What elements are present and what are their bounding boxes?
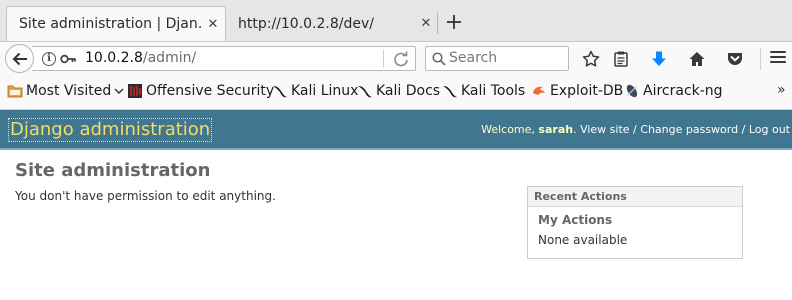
- change-password-link[interactable]: Change password: [640, 123, 738, 136]
- info-icon[interactable]: i: [42, 52, 56, 66]
- search-icon: [432, 52, 446, 66]
- offsec-icon: [128, 84, 142, 98]
- aircrack-icon: [626, 84, 638, 98]
- my-actions-heading: My Actions: [538, 213, 613, 227]
- recent-actions-heading: Recent Actions: [528, 187, 742, 207]
- url-bar[interactable]: i 10.0.2.8/admin/: [32, 46, 416, 71]
- username: sarah: [538, 123, 574, 136]
- bookmark-label: Most Visited: [26, 83, 112, 99]
- django-header: Django administration Welcome, sarah. Vi…: [0, 110, 792, 150]
- site-branding[interactable]: Django administration: [8, 118, 213, 142]
- bookmarks-overflow-icon[interactable]: »: [777, 82, 786, 98]
- user-tools: Welcome, sarah. View site / Change passw…: [481, 123, 790, 136]
- tab-title: Site administration | Djan…: [19, 16, 201, 32]
- tab-dev[interactable]: http://10.0.2.8/dev/ ✕: [226, 6, 438, 41]
- kali-dragon-icon: [358, 86, 372, 98]
- menu-icon[interactable]: [770, 51, 786, 65]
- view-site-link[interactable]: View site: [580, 123, 629, 136]
- bookmark-offensive-security[interactable]: Offensive Security: [127, 83, 274, 99]
- bookmarks-toolbar: Most Visited Offensive Security Kali Lin…: [0, 74, 792, 110]
- bookmark-exploit-db[interactable]: Exploit-DB: [531, 83, 623, 99]
- pocket-button[interactable]: [724, 48, 746, 70]
- back-button[interactable]: [5, 44, 34, 73]
- bookmark-label: Aircrack-ng: [643, 83, 723, 99]
- pocket-icon: [728, 53, 742, 65]
- most-visited-icon: [7, 85, 23, 98]
- page-title: Site administration: [15, 160, 211, 181]
- bookmark-most-visited[interactable]: Most Visited: [7, 83, 124, 99]
- tab-strip: Site administration | Djan… ✕ http://10.…: [0, 0, 792, 41]
- new-tab-button[interactable]: [440, 8, 468, 36]
- user-tools-separator: /: [633, 123, 637, 136]
- exploit-db-icon: [533, 86, 545, 95]
- no-actions-text: None available: [538, 233, 628, 247]
- downloads-button[interactable]: [648, 48, 670, 70]
- back-arrow-icon: [12, 52, 27, 65]
- kali-dragon-icon: [443, 86, 457, 98]
- home-button[interactable]: [686, 48, 708, 70]
- bookmark-label: Offensive Security: [146, 83, 275, 99]
- search-box[interactable]: Search: [425, 46, 569, 71]
- clipboard-icon: [614, 51, 628, 67]
- recent-actions-module: Recent Actions My Actions None available: [527, 186, 743, 259]
- welcome-period: .: [573, 123, 577, 136]
- close-tab-icon[interactable]: ✕: [414, 16, 438, 31]
- url-divider: [383, 50, 384, 68]
- url-text[interactable]: 10.0.2.8/admin/: [85, 50, 196, 66]
- url-host: 10.0.2.8: [85, 50, 143, 66]
- reading-list-button[interactable]: [610, 48, 632, 70]
- toolbar-divider: [760, 48, 761, 70]
- welcome-text: Welcome,: [481, 123, 535, 136]
- kali-dragon-icon: [273, 86, 287, 98]
- user-tools-separator: /: [741, 123, 746, 136]
- bookmark-label: Kali Linux: [291, 83, 359, 99]
- bookmark-label: Kali Tools: [461, 83, 526, 99]
- tab-site-administration[interactable]: Site administration | Djan… ✕: [6, 6, 226, 41]
- bookmark-label: Exploit-DB: [550, 83, 624, 99]
- bookmark-kali-docs[interactable]: Kali Docs: [357, 83, 440, 99]
- permission-message: You don't have permission to edit anythi…: [15, 189, 276, 203]
- star-icon: [582, 50, 600, 67]
- key-icon[interactable]: [60, 52, 76, 66]
- chevron-down-icon: [114, 88, 124, 95]
- navigation-toolbar: i 10.0.2.8/admin/ Search: [0, 41, 792, 74]
- close-tab-icon[interactable]: ✕: [201, 17, 225, 32]
- bookmark-kali-linux[interactable]: Kali Linux: [272, 83, 358, 99]
- tab-title: http://10.0.2.8/dev/: [238, 15, 374, 32]
- reload-icon[interactable]: [392, 50, 410, 68]
- bookmark-label: Kali Docs: [376, 83, 441, 99]
- bookmark-aircrack-ng[interactable]: Aircrack-ng: [624, 83, 723, 99]
- home-icon: [689, 52, 705, 66]
- url-path: /admin/: [142, 50, 197, 66]
- plus-icon: [447, 15, 461, 29]
- download-arrow-icon: [652, 51, 666, 66]
- bookmark-star-button[interactable]: [580, 48, 602, 70]
- log-out-link[interactable]: Log out: [749, 123, 790, 136]
- search-placeholder: Search: [449, 50, 498, 66]
- bookmark-kali-tools[interactable]: Kali Tools: [442, 83, 525, 99]
